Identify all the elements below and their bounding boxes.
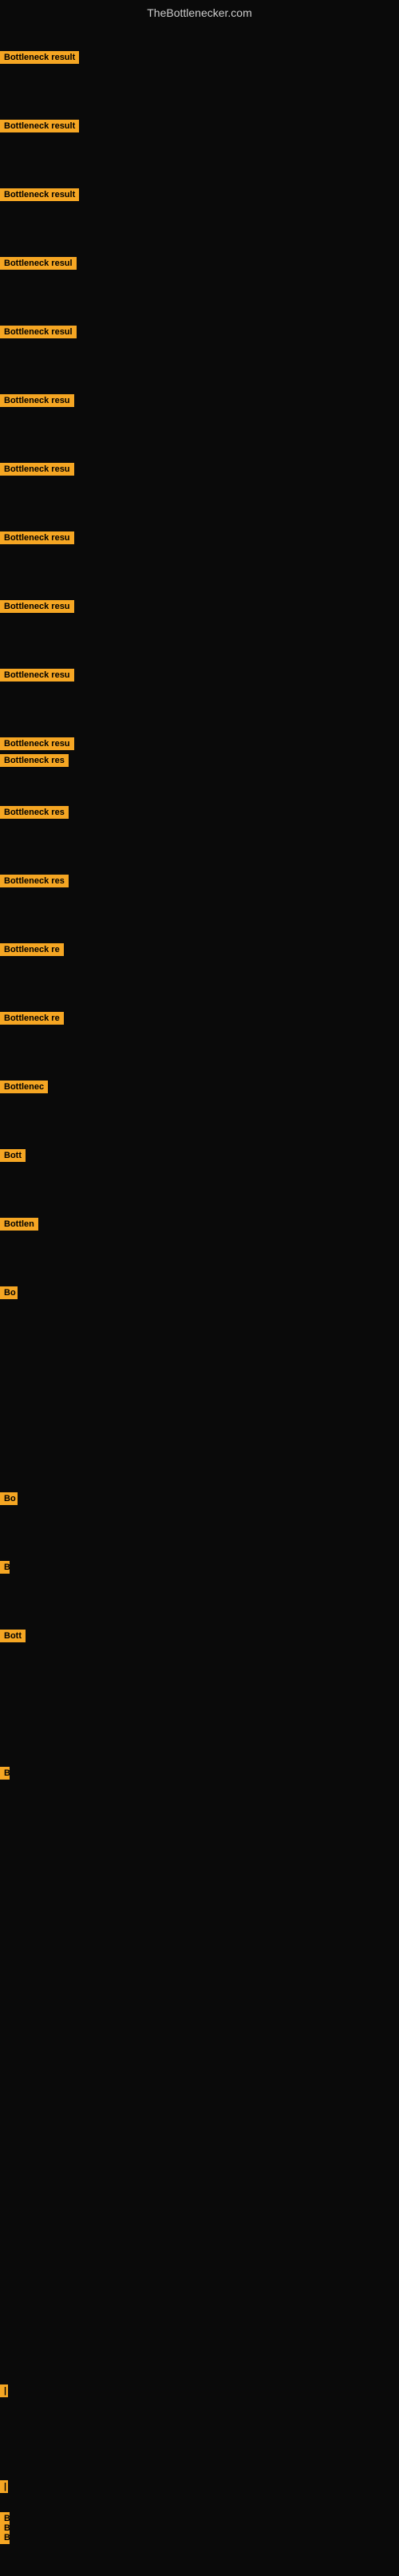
bottleneck-result-label: Bottleneck res — [0, 754, 69, 767]
bottleneck-result-label: Bottleneck resul — [0, 326, 77, 338]
bottleneck-result-label: Bo — [0, 1286, 18, 1299]
bottleneck-result-label: Bottleneck resu — [0, 394, 74, 407]
bottleneck-result-label: Bottleneck res — [0, 875, 69, 887]
bottleneck-result-label: Bottleneck resu — [0, 531, 74, 544]
bottleneck-result-label: Bottleneck resu — [0, 669, 74, 682]
bottleneck-result-label: Bott — [0, 1149, 26, 1162]
bottleneck-result-label: Bottleneck result — [0, 188, 79, 201]
bottleneck-result-label: Bo — [0, 1492, 18, 1505]
bottleneck-result-label: B — [0, 2531, 10, 2544]
bottleneck-result-label: Bottleneck result — [0, 51, 79, 64]
bottleneck-result-label: B — [0, 1767, 10, 1780]
bottleneck-result-label: Bottleneck resu — [0, 463, 74, 476]
site-title: TheBottlenecker.com — [0, 0, 399, 22]
bottleneck-result-label: Bott — [0, 1630, 26, 1642]
bottleneck-result-label: Bottleneck resul — [0, 257, 77, 270]
bottleneck-result-label: Bottleneck resu — [0, 600, 74, 613]
bottleneck-result-label: | — [0, 2384, 8, 2397]
bottleneck-result-label: Bottlenec — [0, 1081, 48, 1093]
bottleneck-result-label: Bottleneck res — [0, 806, 69, 819]
bottleneck-result-label: Bottleneck re — [0, 1012, 64, 1025]
bottleneck-result-label: Bottleneck re — [0, 943, 64, 956]
bottleneck-result-label: Bottlen — [0, 1218, 38, 1231]
bottleneck-result-label: Bottleneck result — [0, 120, 79, 132]
bottleneck-result-label: | — [0, 2480, 8, 2493]
bottleneck-result-label: Bottleneck resu — [0, 737, 74, 750]
bottleneck-result-label: B — [0, 1561, 10, 1574]
